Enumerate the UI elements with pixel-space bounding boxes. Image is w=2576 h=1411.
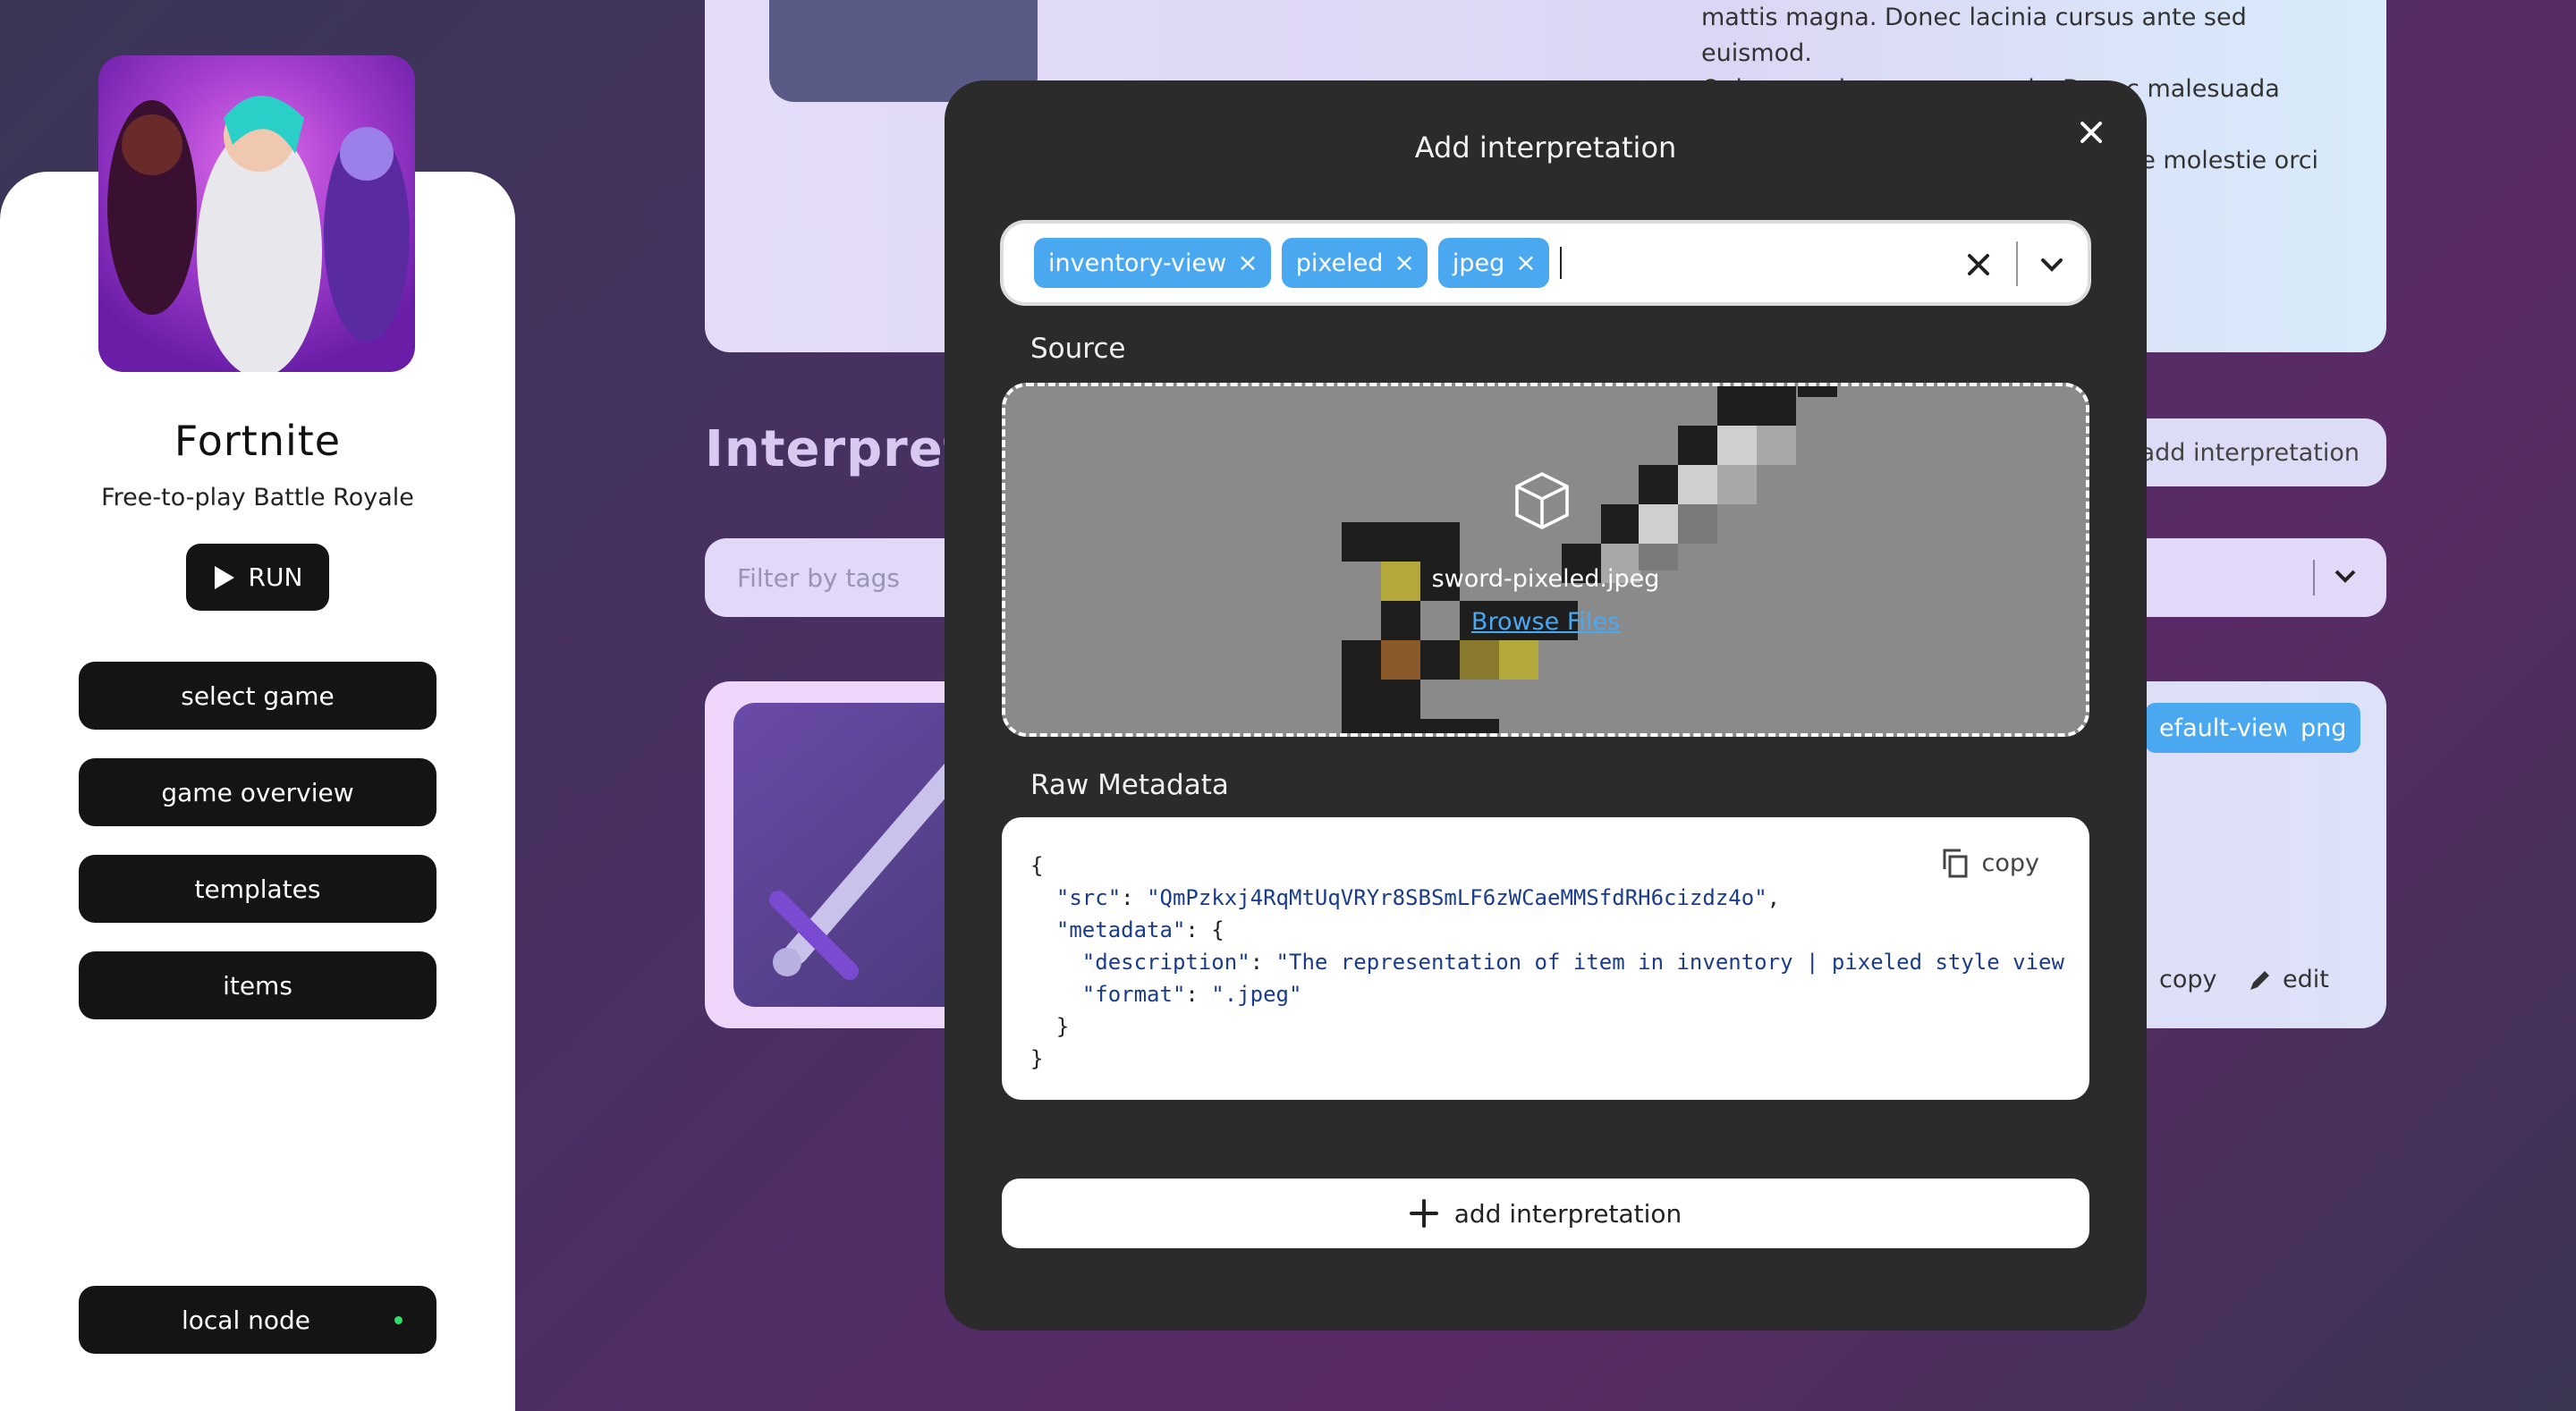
filter-placeholder: Filter by tags bbox=[737, 562, 900, 593]
metadata-format-value: .jpeg bbox=[1224, 982, 1289, 1007]
filter-divider bbox=[2313, 560, 2315, 596]
copy-icon bbox=[1943, 849, 1968, 878]
selected-file-name: sword-pixeled.jpeg bbox=[1431, 565, 1660, 593]
copy-metadata-button[interactable]: copy bbox=[1941, 848, 2039, 878]
chevron-down-icon[interactable] bbox=[2036, 249, 2068, 281]
play-icon bbox=[214, 565, 234, 589]
browse-files-link[interactable]: Browse Files bbox=[1005, 608, 2086, 636]
tag-chip-label: pixeled bbox=[1295, 249, 1384, 277]
add-interpretation-submit-button[interactable]: add interpretation bbox=[1002, 1179, 2089, 1248]
description-line: mattis magna. Donec lacinia cursus ante … bbox=[1701, 4, 2247, 67]
clear-all-icon[interactable] bbox=[1962, 249, 1995, 281]
close-icon[interactable] bbox=[2072, 113, 2111, 152]
tag-chip[interactable]: efault-view bbox=[2145, 703, 2308, 753]
run-label: RUN bbox=[248, 562, 303, 592]
remove-tag-icon[interactable]: × bbox=[1394, 250, 1414, 275]
node-status-indicator bbox=[394, 1316, 402, 1324]
card-edit-label: edit bbox=[2283, 966, 2329, 993]
nav-templates[interactable]: templates bbox=[79, 855, 436, 923]
tags-input[interactable]: inventory-view × pixeled × jpeg × bbox=[1000, 220, 2091, 306]
plus-icon bbox=[1409, 1199, 1438, 1228]
fortnite-characters-artwork bbox=[107, 96, 410, 372]
nav-game-overview[interactable]: game overview bbox=[79, 758, 436, 826]
card-copy-label: copy bbox=[2159, 966, 2217, 993]
pencil-icon bbox=[2250, 970, 2269, 990]
add-interpretation-modal: Add interpretation inventory-view × pixe… bbox=[945, 80, 2147, 1331]
tag-chip: inventory-view × bbox=[1034, 238, 1271, 288]
metadata-json: { "src": "QmPzkxj4RqMtUqVRYr8SBSmLF6zWCa… bbox=[1030, 853, 2064, 1071]
text-caret bbox=[1559, 247, 1562, 279]
nav-select-game[interactable]: select game bbox=[79, 662, 436, 730]
pixel-sword-preview bbox=[1342, 386, 1837, 733]
nav-items[interactable]: items bbox=[79, 951, 436, 1019]
tag-chip: jpeg × bbox=[1437, 238, 1549, 288]
game-subtitle: Free-to-play Battle Royale bbox=[101, 484, 414, 511]
input-divider bbox=[2016, 241, 2018, 286]
game-cover-image bbox=[98, 55, 415, 372]
card-copy-button[interactable]: copy bbox=[2159, 966, 2216, 993]
copy-label: copy bbox=[1981, 849, 2039, 877]
metadata-description-value: The representation of item in inventory … bbox=[1289, 950, 2064, 975]
local-node-button[interactable]: local node bbox=[79, 1286, 436, 1354]
remove-tag-icon[interactable]: × bbox=[1515, 250, 1536, 275]
game-title: Fortnite bbox=[174, 417, 342, 465]
run-button[interactable]: RUN bbox=[186, 544, 329, 611]
chevron-down-icon[interactable] bbox=[2331, 562, 2360, 590]
source-label: Source bbox=[1030, 333, 1126, 365]
file-dropzone[interactable]: sword-pixeled.jpeg Browse Files bbox=[1002, 383, 2089, 737]
tag-chip: pixeled × bbox=[1281, 238, 1428, 288]
raw-metadata-label: Raw Metadata bbox=[1030, 769, 1229, 801]
tag-chip-label: inventory-view bbox=[1048, 249, 1227, 277]
card-edit-button[interactable]: edit bbox=[2247, 966, 2329, 993]
local-node-label: local node bbox=[181, 1305, 311, 1335]
remove-tag-icon[interactable]: × bbox=[1237, 250, 1258, 275]
modal-title: Add interpretation bbox=[1414, 131, 1677, 165]
add-interpretation-label: add interpretation bbox=[1453, 1198, 1682, 1229]
cube-icon bbox=[1515, 472, 1569, 529]
tag-chip-label: jpeg bbox=[1452, 249, 1505, 277]
tag-chip[interactable]: png bbox=[2286, 703, 2361, 753]
metadata-src-value: QmPzkxj4RqMtUqVRYr8SBSmLF6zWCaeMMSfdRH6c… bbox=[1159, 885, 1755, 910]
metadata-code-block: { "src": "QmPzkxj4RqMtUqVRYr8SBSmLF6zWCa… bbox=[1002, 817, 2089, 1100]
